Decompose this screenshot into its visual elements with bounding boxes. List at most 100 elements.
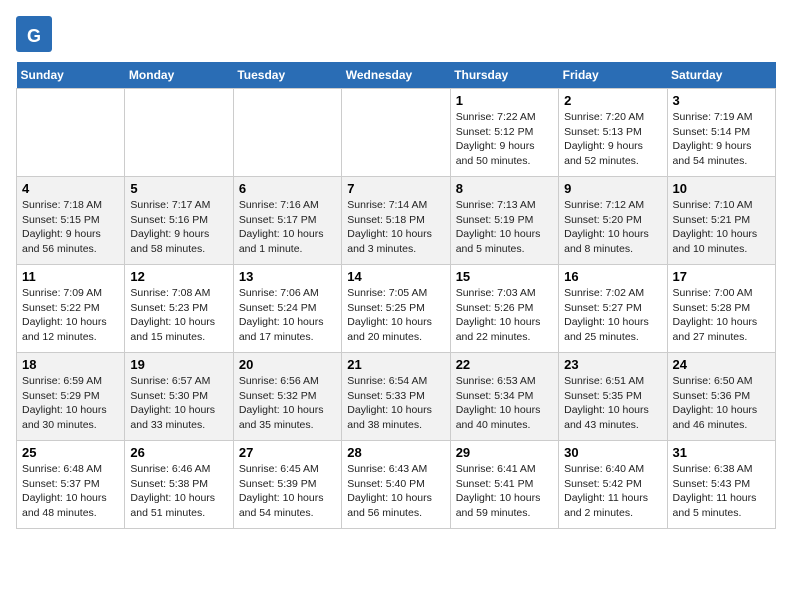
- day-content: Sunrise: 7:02 AM Sunset: 5:27 PM Dayligh…: [564, 286, 661, 345]
- day-number: 3: [673, 93, 770, 108]
- day-number: 20: [239, 357, 336, 372]
- calendar-cell: 1 Sunrise: 7:22 AM Sunset: 5:12 PM Daylig…: [450, 89, 558, 177]
- weekday-header-tuesday: Tuesday: [233, 62, 341, 89]
- calendar-cell: 13 Sunrise: 7:06 AM Sunset: 5:24 PM Dayli…: [233, 265, 341, 353]
- calendar-cell: [342, 89, 450, 177]
- calendar-cell: 30 Sunrise: 6:40 AM Sunset: 5:42 PM Dayli…: [559, 441, 667, 529]
- day-content: Sunrise: 7:12 AM Sunset: 5:20 PM Dayligh…: [564, 198, 661, 257]
- day-content: Sunrise: 7:08 AM Sunset: 5:23 PM Dayligh…: [130, 286, 227, 345]
- day-content: Sunrise: 6:43 AM Sunset: 5:40 PM Dayligh…: [347, 462, 444, 521]
- day-content: Sunrise: 6:48 AM Sunset: 5:37 PM Dayligh…: [22, 462, 119, 521]
- day-number: 23: [564, 357, 661, 372]
- calendar-cell: [233, 89, 341, 177]
- weekday-header-wednesday: Wednesday: [342, 62, 450, 89]
- day-number: 27: [239, 445, 336, 460]
- day-content: Sunrise: 7:17 AM Sunset: 5:16 PM Dayligh…: [130, 198, 227, 257]
- day-content: Sunrise: 6:57 AM Sunset: 5:30 PM Dayligh…: [130, 374, 227, 433]
- calendar-cell: 8 Sunrise: 7:13 AM Sunset: 5:19 PM Daylig…: [450, 177, 558, 265]
- calendar-header: SundayMondayTuesdayWednesdayThursdayFrid…: [17, 62, 776, 89]
- day-content: Sunrise: 7:13 AM Sunset: 5:19 PM Dayligh…: [456, 198, 553, 257]
- day-content: Sunrise: 7:22 AM Sunset: 5:12 PM Dayligh…: [456, 110, 553, 169]
- calendar-body: 1 Sunrise: 7:22 AM Sunset: 5:12 PM Daylig…: [17, 89, 776, 529]
- day-number: 11: [22, 269, 119, 284]
- day-number: 17: [673, 269, 770, 284]
- weekday-header-saturday: Saturday: [667, 62, 775, 89]
- day-content: Sunrise: 7:14 AM Sunset: 5:18 PM Dayligh…: [347, 198, 444, 257]
- day-content: Sunrise: 6:51 AM Sunset: 5:35 PM Dayligh…: [564, 374, 661, 433]
- calendar-cell: 11 Sunrise: 7:09 AM Sunset: 5:22 PM Dayli…: [17, 265, 125, 353]
- calendar-cell: 18Sunrise: 6:59 AM Sunset: 5:29 PM Dayli…: [17, 353, 125, 441]
- day-number: 29: [456, 445, 553, 460]
- calendar-cell: 23 Sunrise: 6:51 AM Sunset: 5:35 PM Dayli…: [559, 353, 667, 441]
- svg-text:G: G: [27, 26, 41, 46]
- day-number: 6: [239, 181, 336, 196]
- calendar-week-row: 4 Sunrise: 7:18 AM Sunset: 5:15 PM Daylig…: [17, 177, 776, 265]
- day-content: Sunrise: 6:56 AM Sunset: 5:32 PM Dayligh…: [239, 374, 336, 433]
- weekday-header-friday: Friday: [559, 62, 667, 89]
- day-content: Sunrise: 7:18 AM Sunset: 5:15 PM Dayligh…: [22, 198, 119, 257]
- day-number: 12: [130, 269, 227, 284]
- day-number: 1: [456, 93, 553, 108]
- calendar-cell: 2 Sunrise: 7:20 AM Sunset: 5:13 PM Daylig…: [559, 89, 667, 177]
- day-content: Sunrise: 7:03 AM Sunset: 5:26 PM Dayligh…: [456, 286, 553, 345]
- day-content: Sunrise: 7:20 AM Sunset: 5:13 PM Dayligh…: [564, 110, 661, 169]
- day-number: 19: [130, 357, 227, 372]
- day-number: 22: [456, 357, 553, 372]
- calendar-cell: 15 Sunrise: 7:03 AM Sunset: 5:26 PM Dayli…: [450, 265, 558, 353]
- calendar-cell: [17, 89, 125, 177]
- day-content: Sunrise: 7:05 AM Sunset: 5:25 PM Dayligh…: [347, 286, 444, 345]
- day-number: 26: [130, 445, 227, 460]
- calendar-cell: 29Sunrise: 6:41 AM Sunset: 5:41 PM Dayli…: [450, 441, 558, 529]
- calendar-cell: 28Sunrise: 6:43 AM Sunset: 5:40 PM Dayli…: [342, 441, 450, 529]
- calendar-cell: [125, 89, 233, 177]
- calendar-cell: 25 Sunrise: 6:48 AM Sunset: 5:37 PM Dayli…: [17, 441, 125, 529]
- logo-icon: G: [16, 16, 52, 52]
- logo: G: [16, 16, 54, 52]
- calendar-cell: 31 Sunrise: 6:38 AM Sunset: 5:43 PM Dayli…: [667, 441, 775, 529]
- day-content: Sunrise: 6:38 AM Sunset: 5:43 PM Dayligh…: [673, 462, 770, 521]
- calendar-week-row: 11 Sunrise: 7:09 AM Sunset: 5:22 PM Dayli…: [17, 265, 776, 353]
- day-number: 4: [22, 181, 119, 196]
- day-number: 21: [347, 357, 444, 372]
- day-number: 14: [347, 269, 444, 284]
- calendar-week-row: 18Sunrise: 6:59 AM Sunset: 5:29 PM Dayli…: [17, 353, 776, 441]
- calendar-cell: 14 Sunrise: 7:05 AM Sunset: 5:25 PM Dayli…: [342, 265, 450, 353]
- day-number: 7: [347, 181, 444, 196]
- day-number: 9: [564, 181, 661, 196]
- calendar-week-row: 25 Sunrise: 6:48 AM Sunset: 5:37 PM Dayli…: [17, 441, 776, 529]
- day-content: Sunrise: 7:09 AM Sunset: 5:22 PM Dayligh…: [22, 286, 119, 345]
- day-number: 31: [673, 445, 770, 460]
- day-number: 13: [239, 269, 336, 284]
- day-content: Sunrise: 6:40 AM Sunset: 5:42 PM Dayligh…: [564, 462, 661, 521]
- day-number: 16: [564, 269, 661, 284]
- calendar-cell: 16 Sunrise: 7:02 AM Sunset: 5:27 PM Dayli…: [559, 265, 667, 353]
- calendar-cell: 20 Sunrise: 6:56 AM Sunset: 5:32 PM Dayli…: [233, 353, 341, 441]
- day-content: Sunrise: 6:50 AM Sunset: 5:36 PM Dayligh…: [673, 374, 770, 433]
- calendar-cell: 24 Sunrise: 6:50 AM Sunset: 5:36 PM Dayli…: [667, 353, 775, 441]
- weekday-header-monday: Monday: [125, 62, 233, 89]
- day-number: 2: [564, 93, 661, 108]
- calendar-cell: 5 Sunrise: 7:17 AM Sunset: 5:16 PM Daylig…: [125, 177, 233, 265]
- calendar-cell: 9 Sunrise: 7:12 AM Sunset: 5:20 PM Daylig…: [559, 177, 667, 265]
- day-content: Sunrise: 6:59 AM Sunset: 5:29 PM Dayligh…: [22, 374, 119, 433]
- calendar-cell: 27Sunrise: 6:45 AM Sunset: 5:39 PM Dayli…: [233, 441, 341, 529]
- day-number: 25: [22, 445, 119, 460]
- day-number: 15: [456, 269, 553, 284]
- day-content: Sunrise: 6:46 AM Sunset: 5:38 PM Dayligh…: [130, 462, 227, 521]
- day-number: 8: [456, 181, 553, 196]
- day-number: 10: [673, 181, 770, 196]
- calendar-cell: 21Sunrise: 6:54 AM Sunset: 5:33 PM Dayli…: [342, 353, 450, 441]
- day-content: Sunrise: 7:06 AM Sunset: 5:24 PM Dayligh…: [239, 286, 336, 345]
- day-content: Sunrise: 7:16 AM Sunset: 5:17 PM Dayligh…: [239, 198, 336, 257]
- calendar-cell: 4 Sunrise: 7:18 AM Sunset: 5:15 PM Daylig…: [17, 177, 125, 265]
- calendar-cell: 6 Sunrise: 7:16 AM Sunset: 5:17 PM Daylig…: [233, 177, 341, 265]
- day-content: Sunrise: 7:19 AM Sunset: 5:14 PM Dayligh…: [673, 110, 770, 169]
- day-number: 5: [130, 181, 227, 196]
- day-number: 24: [673, 357, 770, 372]
- day-content: Sunrise: 7:00 AM Sunset: 5:28 PM Dayligh…: [673, 286, 770, 345]
- day-content: Sunrise: 6:53 AM Sunset: 5:34 PM Dayligh…: [456, 374, 553, 433]
- day-content: Sunrise: 7:10 AM Sunset: 5:21 PM Dayligh…: [673, 198, 770, 257]
- calendar-cell: 12 Sunrise: 7:08 AM Sunset: 5:23 PM Dayli…: [125, 265, 233, 353]
- calendar-cell: 19 Sunrise: 6:57 AM Sunset: 5:30 PM Dayli…: [125, 353, 233, 441]
- day-number: 30: [564, 445, 661, 460]
